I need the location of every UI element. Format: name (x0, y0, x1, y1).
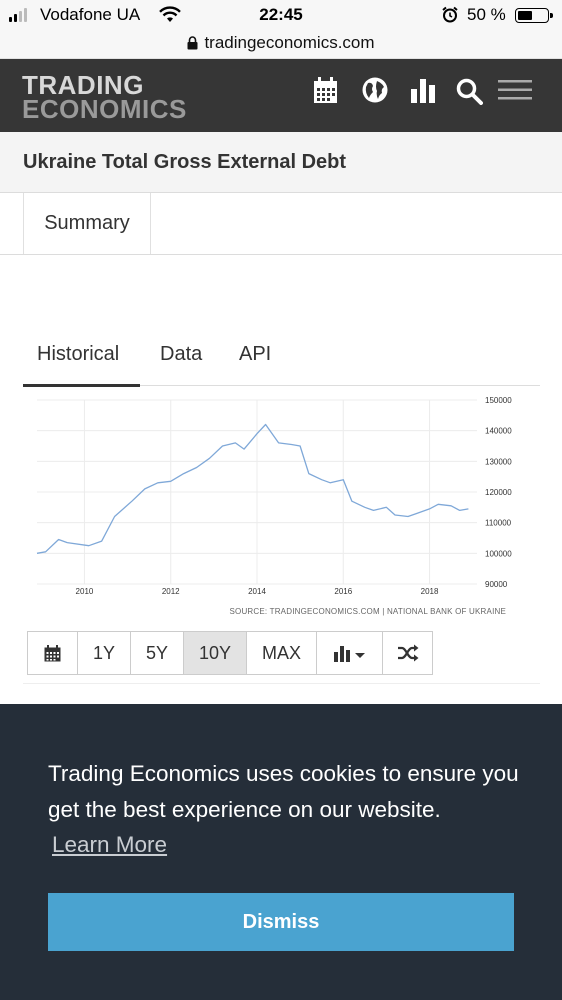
range-1y-button[interactable]: 1Y (78, 632, 131, 674)
x-tick-label: 2014 (248, 587, 266, 596)
tab-historical[interactable]: Historical (37, 343, 119, 366)
site-header: TRADING ECONOMICS (0, 59, 562, 132)
globe-icon[interactable] (362, 77, 388, 103)
calendar-icon (44, 644, 61, 661)
y-tick-label: 150000 (485, 396, 512, 405)
url-text: tradingeconomics.com (204, 33, 375, 52)
battery-icon (515, 8, 553, 23)
series-line (36, 423, 469, 554)
address-bar[interactable]: tradingeconomics.com (0, 28, 562, 59)
y-tick-label: 100000 (485, 549, 512, 558)
bar-chart-dropdown-icon (333, 646, 365, 662)
chart-type-dropdown[interactable] (317, 632, 383, 674)
range-selector: 1Y 5Y 10Y MAX (27, 631, 433, 675)
compare-button[interactable] (383, 632, 432, 674)
y-tick-label: 90000 (485, 580, 508, 589)
learn-more-link[interactable]: Learn More (52, 832, 167, 858)
calendar-range-button[interactable] (28, 632, 78, 674)
x-tick-label: 2012 (162, 587, 180, 596)
line-chart: 150000 140000 130000 120000 110000 100000 9000… (36, 396, 512, 596)
chart-source: SOURCE: TRADINGECONOMICS.COM | NATIONAL … (229, 607, 506, 616)
status-bar: Vodafone UA 22:45 50 % (0, 0, 562, 28)
bar-chart-icon[interactable] (411, 79, 437, 103)
search-icon[interactable] (456, 78, 483, 105)
range-10y-button[interactable]: 10Y (184, 632, 247, 674)
dismiss-button[interactable]: Dismiss (48, 893, 514, 951)
lock-icon (187, 36, 198, 50)
tab-api[interactable]: API (239, 343, 271, 366)
cookie-message: Trading Economics uses cookies to ensure… (48, 761, 519, 822)
chart-container: 150000 140000 130000 120000 110000 100000 9000… (23, 386, 540, 626)
page-title: Ukraine Total Gross External Debt (23, 151, 347, 173)
x-tick-label: 2018 (421, 587, 439, 596)
section-tabs: Summary (0, 193, 562, 255)
y-tick-label: 140000 (485, 427, 512, 436)
x-tick-label: 2010 (76, 587, 94, 596)
x-tick-label: 2016 (334, 587, 352, 596)
battery-percentage: 50 % (467, 5, 506, 24)
chart-tabs: Historical Data API (23, 336, 540, 387)
title-bar: Ukraine Total Gross External Debt (0, 132, 562, 193)
y-tick-label: 120000 (485, 488, 512, 497)
tab-data[interactable]: Data (160, 343, 202, 366)
logo-line-2: ECONOMICS (22, 94, 187, 124)
range-5y-button[interactable]: 5Y (131, 632, 184, 674)
y-tick-label: 110000 (485, 519, 512, 528)
divider (23, 683, 540, 684)
hamburger-menu-icon[interactable] (498, 79, 532, 101)
site-logo[interactable]: TRADING ECONOMICS (22, 72, 187, 124)
shuffle-icon (397, 644, 418, 662)
tab-summary[interactable]: Summary (23, 193, 151, 254)
alarm-icon (442, 6, 458, 23)
y-tick-label: 130000 (485, 457, 512, 466)
cookie-banner: Trading Economics uses cookies to ensure… (0, 704, 562, 1000)
range-max-button[interactable]: MAX (247, 632, 317, 674)
calendar-icon[interactable] (313, 77, 338, 104)
